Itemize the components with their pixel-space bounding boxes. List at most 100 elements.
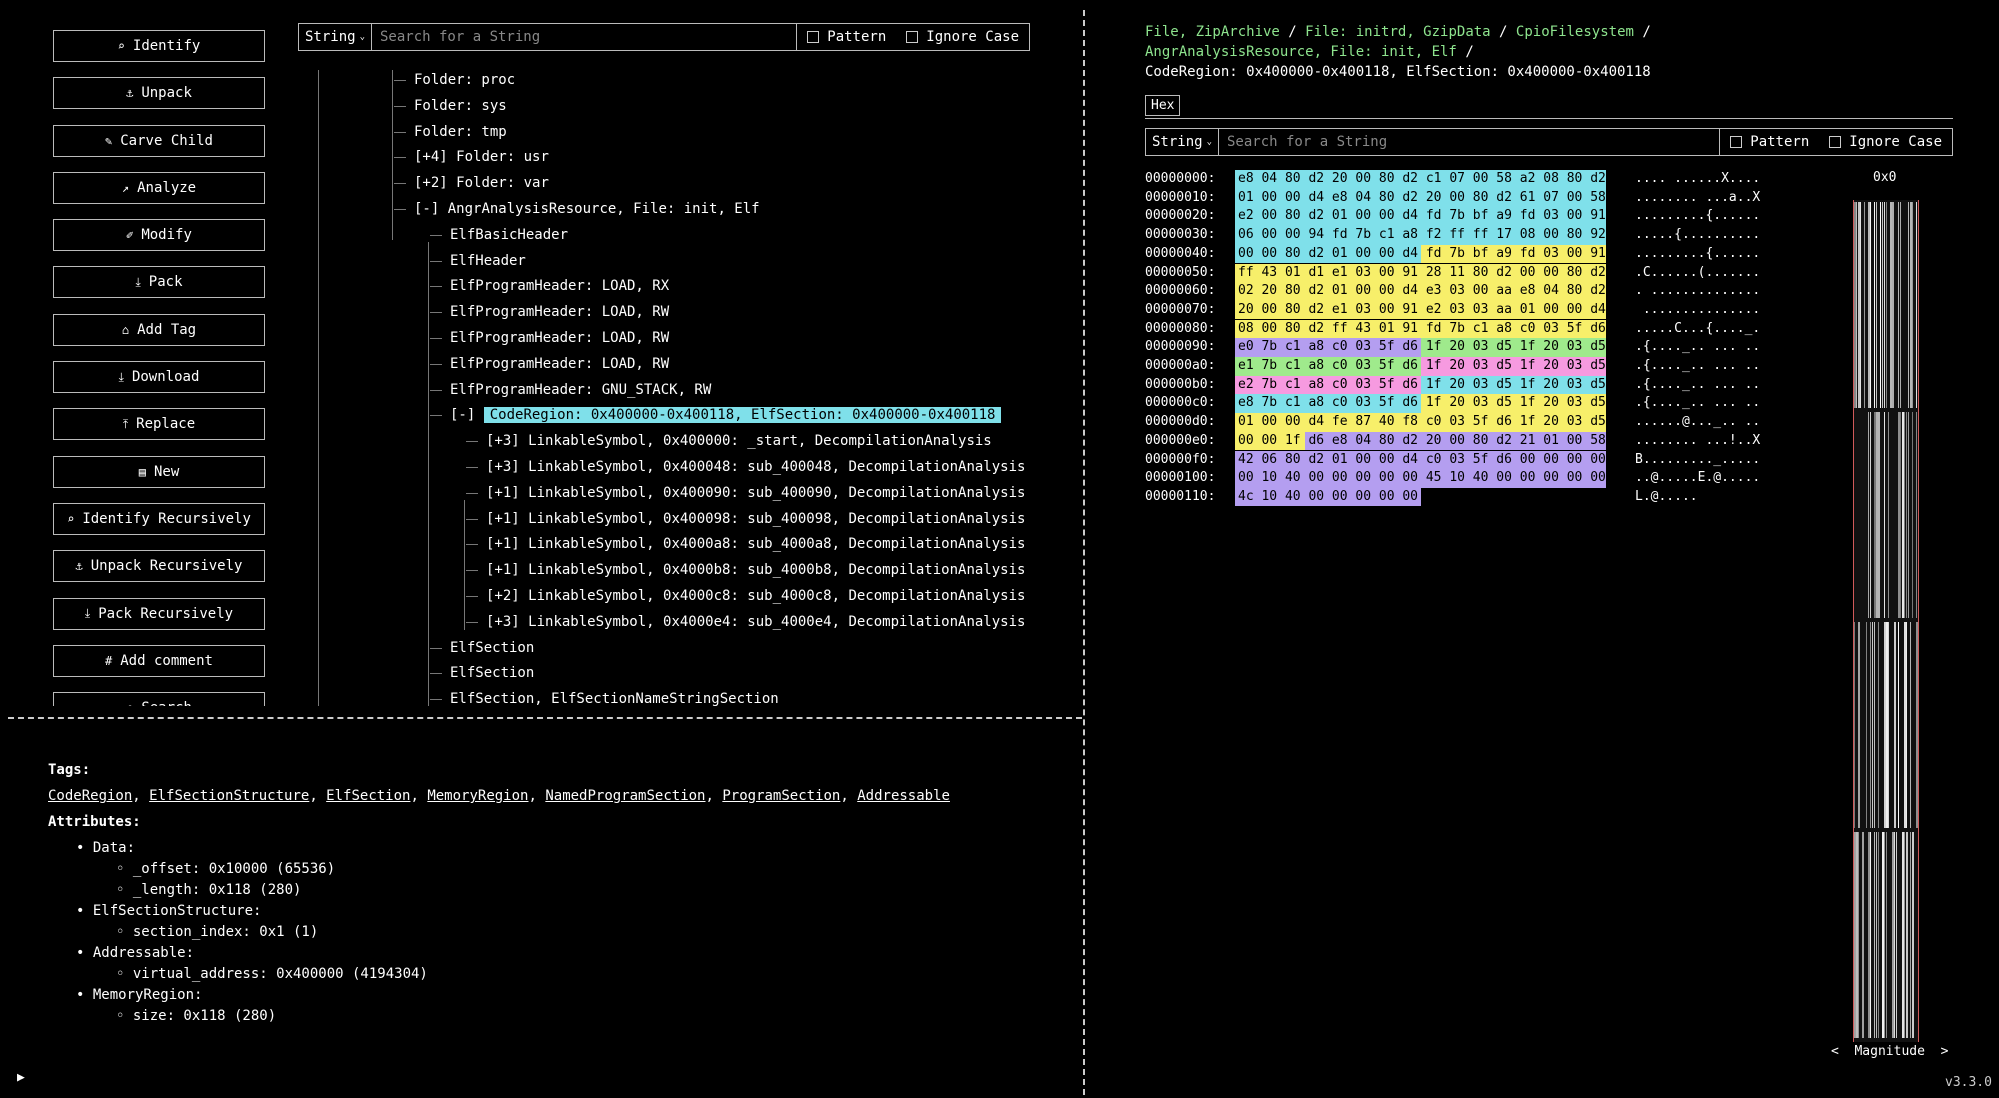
new-button[interactable]: ▤ New [53,455,265,488]
tree-node[interactable]: ElfBasicHeader [450,225,568,245]
tree-node[interactable]: ElfSection [450,663,534,683]
analyze-button[interactable]: ↗ Analyze [53,171,265,204]
hex-bytes[interactable]: e1 7b c1 a8 c0 03 5f d6 1f 20 03 d5 1f 2… [1238,357,1606,376]
tree-expand-toggle[interactable]: [+2] [486,588,520,604]
hex-bytes[interactable]: 00 10 40 00 00 00 00 00 45 10 40 00 00 0… [1238,469,1606,488]
hex-ascii[interactable]: .....C...{...._. [1635,320,1760,339]
hex-ascii[interactable]: ..@.....E.@..... [1635,469,1760,488]
hex-bytes[interactable]: e8 04 80 d2 20 00 80 d2 c1 07 00 58 a2 0… [1238,170,1606,189]
hex-bytes[interactable]: 00 00 80 d2 01 00 00 d4 fd 7b bf a9 fd 0… [1238,245,1606,264]
tree-node[interactable]: ElfProgramHeader: LOAD, RX [450,276,669,296]
hex-ascii[interactable]: .C......(....... [1635,264,1760,283]
hex-bytes[interactable]: 20 00 80 d2 e1 03 00 91 e2 03 03 aa 01 0… [1238,301,1606,320]
vertical-divider[interactable] [1083,10,1085,1095]
carve-child-button[interactable]: ✎ Carve Child [53,124,265,157]
hex-ascii[interactable]: .........{...... [1635,207,1760,226]
tree-node[interactable]: Folder: sys [414,96,507,116]
breadcrumb-link[interactable]: AngrAnalysisResource, File: init, Elf [1145,44,1457,60]
tree-node[interactable]: [+3] LinkableSymbol, 0x4000e4: sub_4000e… [486,612,1025,632]
replace-button[interactable]: ⤒ Replace [53,408,265,441]
unpack-recursively-button[interactable]: ⚓ Unpack Recursively [53,550,265,583]
magnitude-minimap[interactable] [1853,200,1919,1042]
tree-node[interactable]: [+1] LinkableSymbol, 0x4000a8: sub_4000a… [486,534,1025,554]
hex-ascii[interactable]: .{...._.. ... .. [1635,357,1760,376]
tree-node[interactable]: ElfProgramHeader: LOAD, RW [450,354,669,374]
tree-node[interactable]: [-] AngrAnalysisResource, File: init, El… [414,199,760,219]
tree-node[interactable]: [+2] LinkableSymbol, 0x4000c8: sub_4000c… [486,586,1025,606]
tag-link[interactable]: NamedProgramSection [545,788,705,804]
tree-node-selected[interactable]: [-] CodeRegion: 0x400000-0x400118, ElfSe… [450,405,1002,425]
hex-bytes[interactable]: ff 43 01 d1 e1 03 00 91 28 11 80 d2 00 0… [1238,264,1606,283]
horizontal-divider[interactable] [8,717,1082,719]
tree-node[interactable]: Folder: proc [414,70,515,90]
hex-search-input[interactable]: Search for a String [1219,129,1719,155]
tree-node[interactable]: ElfHeader [450,251,526,271]
tree-expand-toggle[interactable]: [+1] [486,485,520,501]
hex-ascii[interactable]: ......@..._.. .. [1635,413,1760,432]
hex-bytes[interactable]: 02 20 80 d2 01 00 00 d4 e3 03 00 aa e8 0… [1238,282,1606,301]
hex-ascii[interactable]: B........._..... [1635,451,1760,470]
pack-button[interactable]: ⤓ Pack [53,266,265,299]
hex-ascii[interactable]: .{...._.. ... .. [1635,338,1760,357]
tree-node[interactable]: [+4] Folder: usr [414,147,549,167]
tree-node[interactable]: [+3] LinkableSymbol, 0x400000: _start, D… [486,431,992,451]
breadcrumb-link[interactable]: File: initrd, GzipData [1305,24,1490,40]
ignore-case-checkbox[interactable]: Ignore Case [896,24,1029,50]
hex-bytes[interactable]: e2 7b c1 a8 c0 03 5f d6 1f 20 03 d5 1f 2… [1238,376,1606,395]
tree-node[interactable]: [+3] LinkableSymbol, 0x400048: sub_40004… [486,457,1025,477]
hex-bytes[interactable]: 00 00 1f d6 e8 04 80 d2 20 00 80 d2 21 0… [1238,432,1606,451]
hex-bytes[interactable]: e2 00 80 d2 01 00 00 d4 fd 7b bf a9 fd 0… [1238,207,1606,226]
hex-ascii[interactable]: ........ ...!..X [1635,432,1760,451]
hex-bytes[interactable]: e0 7b c1 a8 c0 03 5f d6 1f 20 03 d5 1f 2… [1238,338,1606,357]
pattern-checkbox[interactable]: Pattern [796,24,896,50]
tree-node[interactable]: [+1] LinkableSymbol, 0x400098: sub_40009… [486,509,1025,529]
tree-node[interactable]: [+2] Folder: var [414,173,549,193]
breadcrumb-link[interactable]: CpioFilesystem [1516,24,1634,40]
tree-expand-toggle[interactable]: [-] [414,201,439,217]
unpack-button[interactable]: ⚓ Unpack [53,77,265,110]
hex-bytes[interactable]: 42 06 80 d2 01 00 00 d4 c0 03 5f d6 00 0… [1238,451,1606,470]
search-button[interactable]: ⌕ Search [53,692,265,706]
hex-ascii[interactable]: .....{.......... [1635,226,1760,245]
tag-link[interactable]: MemoryRegion [427,788,528,804]
tab-hex[interactable]: Hex [1145,95,1181,116]
hex-ascii[interactable]: ........ ...a..X [1635,189,1760,208]
download-button[interactable]: ⤓ Download [53,361,265,394]
tree-expand-toggle[interactable]: [+4] [414,149,448,165]
hex-ascii[interactable]: .........{...... [1635,245,1760,264]
hex-ascii[interactable]: .{...._.. ... .. [1635,394,1760,413]
tree-expand-toggle[interactable]: [+1] [486,536,520,552]
chevron-right-icon[interactable]: > [1941,1044,1949,1059]
tree-expand-toggle[interactable]: [+1] [486,511,520,527]
hex-ascii[interactable]: ............... [1635,301,1760,320]
identify-recursively-button[interactable]: ⌕ Identify Recursively [53,502,265,535]
chevron-left-icon[interactable]: < [1831,1044,1839,1059]
tree-search-input[interactable]: Search for a String [372,24,796,50]
tree-node[interactable]: [+1] LinkableSymbol, 0x4000b8: sub_4000b… [486,560,1025,580]
modify-button[interactable]: ✐ Modify [53,219,265,252]
tree-expand-toggle[interactable]: [+3] [486,459,520,475]
tree-expand-toggle[interactable]: [+2] [414,175,448,191]
tree-node[interactable]: ElfSection [450,638,534,658]
tree-node[interactable]: ElfProgramHeader: GNU_STACK, RW [450,380,711,400]
hex-ignore-case-checkbox[interactable]: Ignore Case [1819,129,1952,155]
tree-node[interactable]: [+1] LinkableSymbol, 0x400090: sub_40009… [486,483,1025,503]
tree-expand-toggle[interactable]: [+3] [486,433,520,449]
hex-bytes[interactable]: 4c 10 40 00 00 00 00 00 [1238,488,1418,507]
breadcrumb-link[interactable]: File, ZipArchive [1145,24,1280,40]
hex-ascii[interactable]: . .............. [1635,282,1760,301]
tag-link[interactable]: ElfSectionStructure [149,788,309,804]
hex-ascii[interactable]: .{...._.. ... .. [1635,376,1760,395]
hex-bytes[interactable]: e8 7b c1 a8 c0 03 5f d6 1f 20 03 d5 1f 2… [1238,394,1606,413]
tag-link[interactable]: ElfSection [326,788,410,804]
hex-bytes[interactable]: 08 00 80 d2 ff 43 01 91 fd 7b c1 a8 c0 0… [1238,320,1606,339]
tree-node[interactable]: ElfProgramHeader: LOAD, RW [450,328,669,348]
play-icon[interactable]: ▶ [17,1070,25,1085]
add-tag-button[interactable]: ⌂ Add Tag [53,313,265,346]
add-comment-button[interactable]: # Add comment [53,644,265,677]
tag-link[interactable]: ProgramSection [722,788,840,804]
tree-expand-toggle[interactable]: [+3] [486,614,520,630]
hex-bytes[interactable]: 01 00 00 d4 e8 04 80 d2 20 00 80 d2 61 0… [1238,189,1606,208]
tag-link[interactable]: Addressable [857,788,950,804]
hex-ascii[interactable]: L.@..... [1635,488,1698,507]
